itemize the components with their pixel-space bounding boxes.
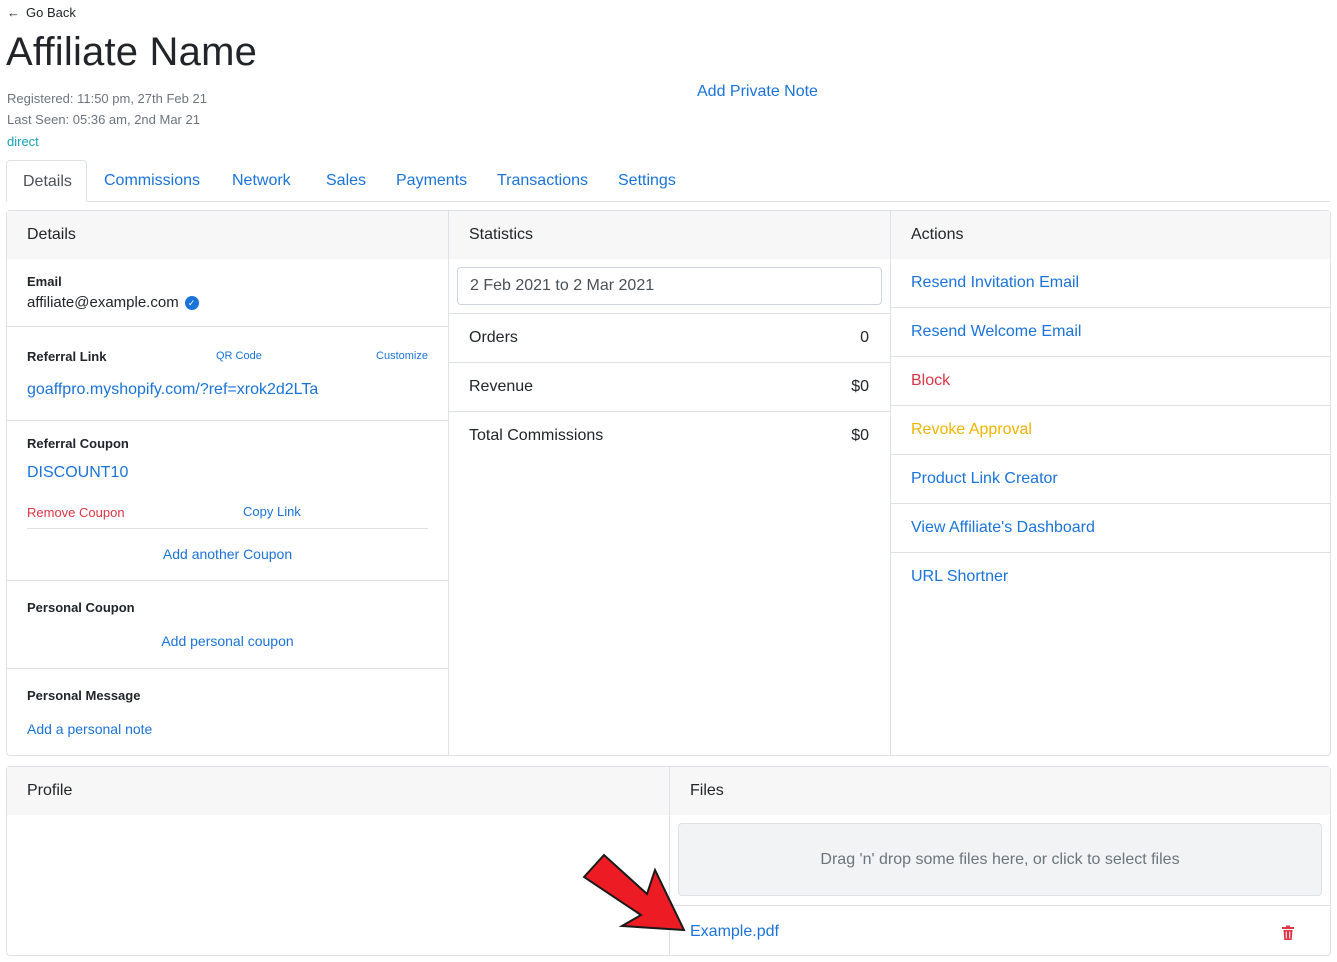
tab-details[interactable]: Details: [6, 160, 87, 202]
coupon-code[interactable]: DISCOUNT10: [27, 464, 128, 482]
copy-link-button[interactable]: Copy Link: [243, 504, 301, 519]
arrow-left-icon: ←: [7, 5, 20, 20]
personal-message-label: Personal Message: [27, 688, 141, 703]
email-label: Email: [27, 274, 62, 289]
block-button[interactable]: Block: [891, 357, 1330, 406]
registered-date: Registered: 11:50 pm, 27th Feb 21: [7, 91, 207, 106]
add-private-note-link[interactable]: Add Private Note: [697, 83, 818, 101]
email-value-row: affiliate@example.com ✓: [27, 294, 199, 311]
date-range-input[interactable]: 2 Feb 2021 to 2 Mar 2021: [457, 267, 882, 305]
remove-coupon-button[interactable]: Remove Coupon: [27, 505, 125, 520]
tab-payments[interactable]: Payments: [380, 160, 483, 202]
source-badge: direct: [7, 134, 39, 149]
personal-message-section: Personal Message Add a personal note: [7, 669, 448, 755]
actions-heading: Actions: [891, 211, 1330, 259]
file-link[interactable]: Example.pdf: [690, 923, 779, 941]
stat-label: Revenue: [469, 378, 534, 395]
referral-coupon-section: Referral Coupon DISCOUNT10 Remove Coupon…: [7, 421, 448, 581]
referral-link-section: Referral Link QR Code Customize goaffpro…: [7, 327, 448, 421]
statistics-panel: Statistics 2 Feb 2021 to 2 Mar 2021 Orde…: [448, 211, 890, 755]
annotation-arrow-icon: [582, 853, 686, 932]
email-section: Email affiliate@example.com ✓: [7, 259, 448, 327]
actions-panel: Actions Resend Invitation Email Resend W…: [890, 211, 1330, 755]
revoke-approval-button[interactable]: Revoke Approval: [891, 406, 1330, 455]
add-another-coupon-button[interactable]: Add another Coupon: [7, 546, 448, 562]
affiliate-overview-card: Details Email affiliate@example.com ✓ Ref…: [6, 210, 1331, 756]
referral-link-label: Referral Link: [27, 349, 107, 364]
page-title: Affiliate Name: [6, 30, 258, 74]
last-seen-date: Last Seen: 05:36 am, 2nd Mar 21: [7, 112, 200, 127]
email-value: affiliate@example.com: [27, 294, 179, 311]
qr-code-link[interactable]: QR Code: [216, 350, 262, 362]
stat-value: 0: [860, 329, 869, 346]
resend-welcome-email-button[interactable]: Resend Welcome Email: [891, 308, 1330, 357]
file-dropzone[interactable]: Drag 'n' drop some files here, or click …: [678, 823, 1322, 896]
stat-label: Total Commissions: [469, 427, 604, 444]
add-personal-coupon-button[interactable]: Add personal coupon: [7, 633, 448, 649]
details-heading: Details: [7, 211, 448, 259]
stat-row-revenue: Revenue $0: [449, 362, 890, 411]
personal-coupon-section: Personal Coupon Add personal coupon: [7, 581, 448, 669]
trash-icon[interactable]: [1281, 925, 1295, 941]
tab-settings[interactable]: Settings: [602, 160, 692, 202]
details-panel: Details Email affiliate@example.com ✓ Ref…: [7, 211, 448, 755]
statistics-heading: Statistics: [449, 211, 890, 259]
tab-transactions[interactable]: Transactions: [481, 160, 604, 202]
referral-link-url[interactable]: goaffpro.myshopify.com/?ref=xrok2d2LTa: [27, 381, 318, 399]
tab-bar: Details Commissions Network Sales Paymen…: [6, 160, 1330, 202]
resend-invitation-email-button[interactable]: Resend Invitation Email: [891, 259, 1330, 308]
profile-panel: Profile: [7, 767, 669, 955]
stat-value: $0: [851, 378, 869, 395]
customize-link[interactable]: Customize: [376, 350, 428, 362]
go-back-link[interactable]: ← Go Back: [7, 5, 76, 20]
view-affiliate-dashboard-button[interactable]: View Affiliate's Dashboard: [891, 504, 1330, 553]
stat-row-orders: Orders 0: [449, 313, 890, 362]
stat-row-total-commissions: Total Commissions $0: [449, 411, 890, 460]
add-personal-note-link[interactable]: Add a personal note: [27, 721, 152, 737]
tab-commissions[interactable]: Commissions: [88, 160, 216, 202]
product-link-creator-button[interactable]: Product Link Creator: [891, 455, 1330, 504]
referral-coupon-label: Referral Coupon: [27, 436, 129, 451]
divider: [27, 528, 428, 529]
files-heading: Files: [670, 767, 1330, 815]
profile-heading: Profile: [7, 767, 669, 815]
divider: [670, 905, 1330, 906]
stat-value: $0: [851, 427, 869, 444]
tab-network[interactable]: Network: [216, 160, 307, 202]
url-shortner-button[interactable]: URL Shortner: [891, 553, 1330, 602]
files-panel: Files Drag 'n' drop some files here, or …: [669, 767, 1330, 955]
stat-label: Orders: [469, 329, 518, 346]
tab-sales[interactable]: Sales: [310, 160, 382, 202]
personal-coupon-label: Personal Coupon: [27, 600, 135, 615]
go-back-label: Go Back: [26, 5, 76, 20]
check-circle-icon: ✓: [184, 296, 199, 311]
